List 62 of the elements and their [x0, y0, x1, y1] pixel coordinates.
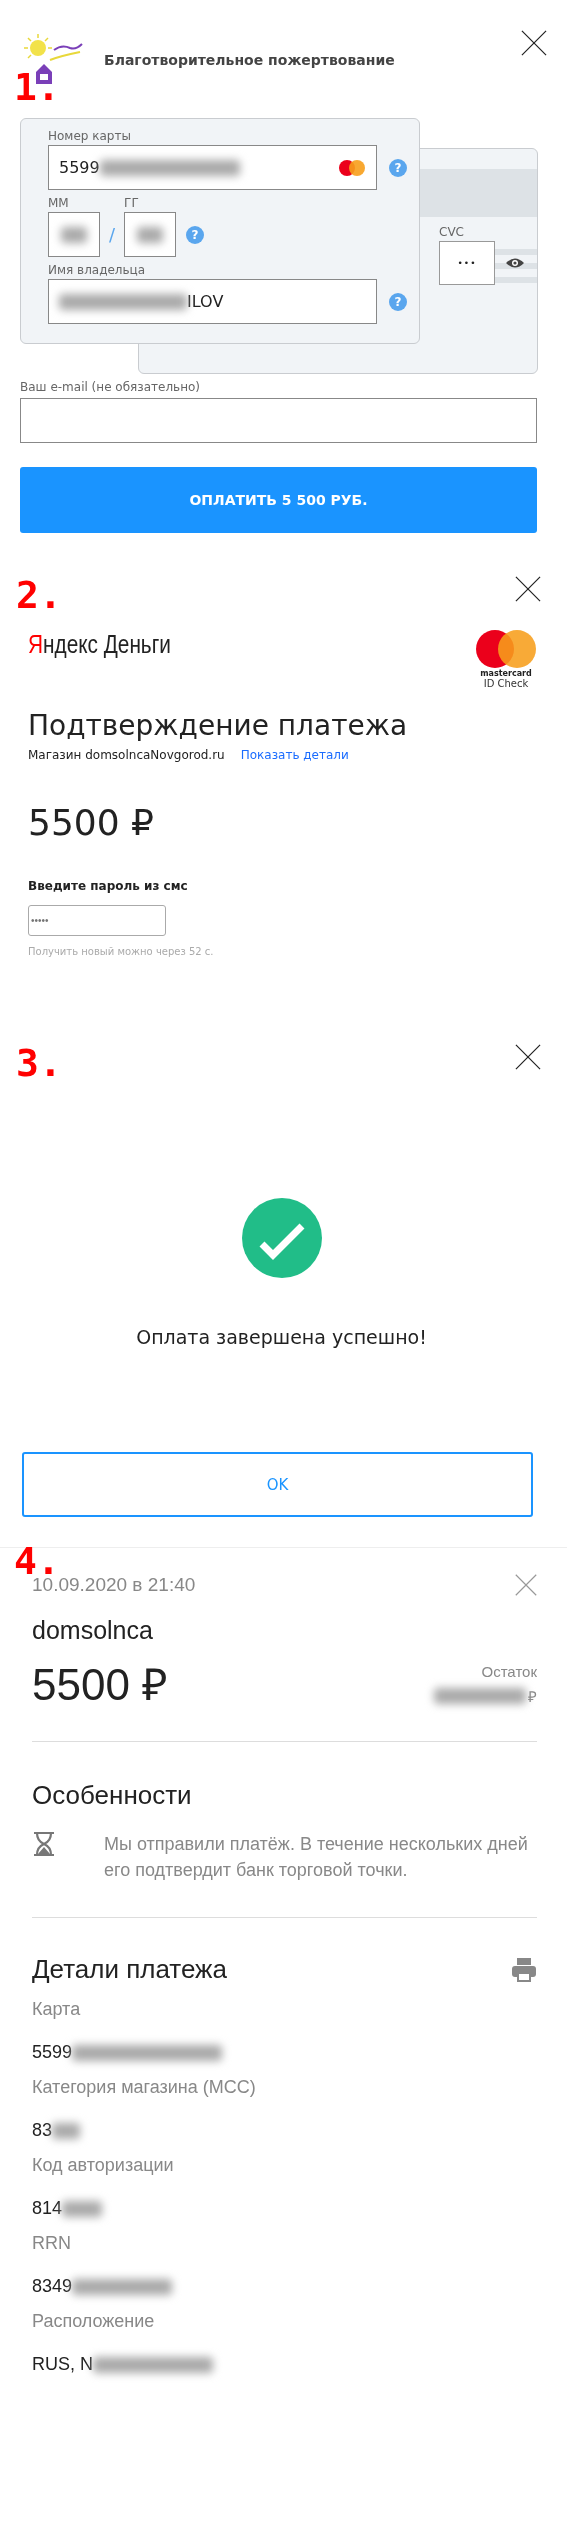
help-icon[interactable]: ?: [389, 158, 407, 177]
help-icon[interactable]: ?: [186, 226, 205, 244]
shop-name: Магазин domsolncaNovgorod.ru: [28, 748, 225, 762]
merchant-name: domsolnca: [32, 1616, 154, 1645]
mastercard-icon: [475, 629, 537, 669]
detail-label: Код авторизации: [32, 2155, 175, 2176]
redacted-blur: [52, 2122, 81, 2139]
detail-value: RUS, N: [32, 2354, 93, 2375]
dialog-title: Благотворительное пожертвование: [104, 52, 396, 68]
month-field[interactable]: [48, 212, 100, 257]
cardholder-label: Имя владельца: [48, 263, 147, 277]
close-icon[interactable]: [521, 30, 547, 56]
detail-label: Расположение: [32, 2311, 156, 2332]
sms-code-label: Введите пароль из смс: [28, 879, 189, 893]
sms-code-field[interactable]: •••••: [28, 905, 166, 936]
detail-label: Карта: [32, 1999, 82, 2020]
cardholder-field[interactable]: ILOV: [48, 279, 377, 324]
help-icon[interactable]: ?: [389, 292, 407, 311]
detail-value: 814: [32, 2198, 63, 2219]
email-label: Ваш e-mail (не обязательно): [20, 380, 202, 394]
show-details-link[interactable]: Показать детали: [240, 748, 349, 762]
step-number: 2.: [16, 576, 62, 614]
detail-value: 8349: [32, 2276, 73, 2297]
hourglass-icon: [32, 1831, 56, 1857]
detail-label: Категория магазина (МСС): [32, 2077, 257, 2098]
payment-amount: 5500 ₽: [28, 802, 155, 843]
step-number: 3.: [16, 1044, 62, 1082]
section-title: Детали платежа: [32, 1954, 227, 1985]
detail-value: 83: [32, 2120, 53, 2141]
success-message: Оплата завершена успешно!: [135, 1326, 428, 1348]
payment-date: 10.09.2020 в 21:40: [32, 1574, 196, 1596]
close-icon[interactable]: [515, 1044, 541, 1070]
cvc-field[interactable]: •••: [439, 241, 495, 285]
print-icon[interactable]: [511, 1956, 537, 1983]
year-label: ГГ: [124, 196, 140, 210]
date-separator: /: [109, 224, 116, 245]
month-label: ММ: [48, 196, 70, 210]
section-title: Особенности: [32, 1780, 193, 1811]
close-icon[interactable]: [515, 576, 541, 602]
pay-button[interactable]: ОПЛАТИТЬ 5 500 РУБ.: [20, 467, 537, 533]
currency-sign: ₽: [528, 1687, 537, 1706]
payment-amount: 5500 ₽: [32, 1663, 169, 1707]
year-field[interactable]: [124, 212, 177, 257]
detail-label: RRN: [32, 2233, 72, 2254]
card-number-label: Номер карты: [48, 129, 132, 143]
balance-label: Остаток: [481, 1663, 537, 1680]
resend-hint: Получить новый можно через 52 с.: [28, 946, 215, 957]
step-number: 1.: [14, 68, 60, 106]
id-check-label: ID Check: [483, 678, 529, 689]
email-field[interactable]: [20, 398, 537, 443]
mastercard-icon: [338, 158, 366, 177]
cvc-label: CVC: [439, 225, 465, 239]
eye-icon[interactable]: [505, 257, 525, 269]
page-heading: Подтверждение платежа: [28, 709, 409, 742]
yandex-money-logo: Яндекс Деньги: [28, 629, 171, 660]
detail-value: 5599: [32, 2042, 73, 2063]
success-check-icon: [241, 1198, 322, 1278]
mastercard-wordmark: mastercard: [480, 669, 532, 678]
card-number-field[interactable]: 5599: [48, 145, 377, 190]
ok-button[interactable]: OK: [22, 1452, 533, 1517]
features-text: Мы отправили платёж. В течение нескольких дней его подтвердит банк торговой точки.: [104, 1833, 529, 1882]
redacted-blur: [62, 2200, 103, 2217]
